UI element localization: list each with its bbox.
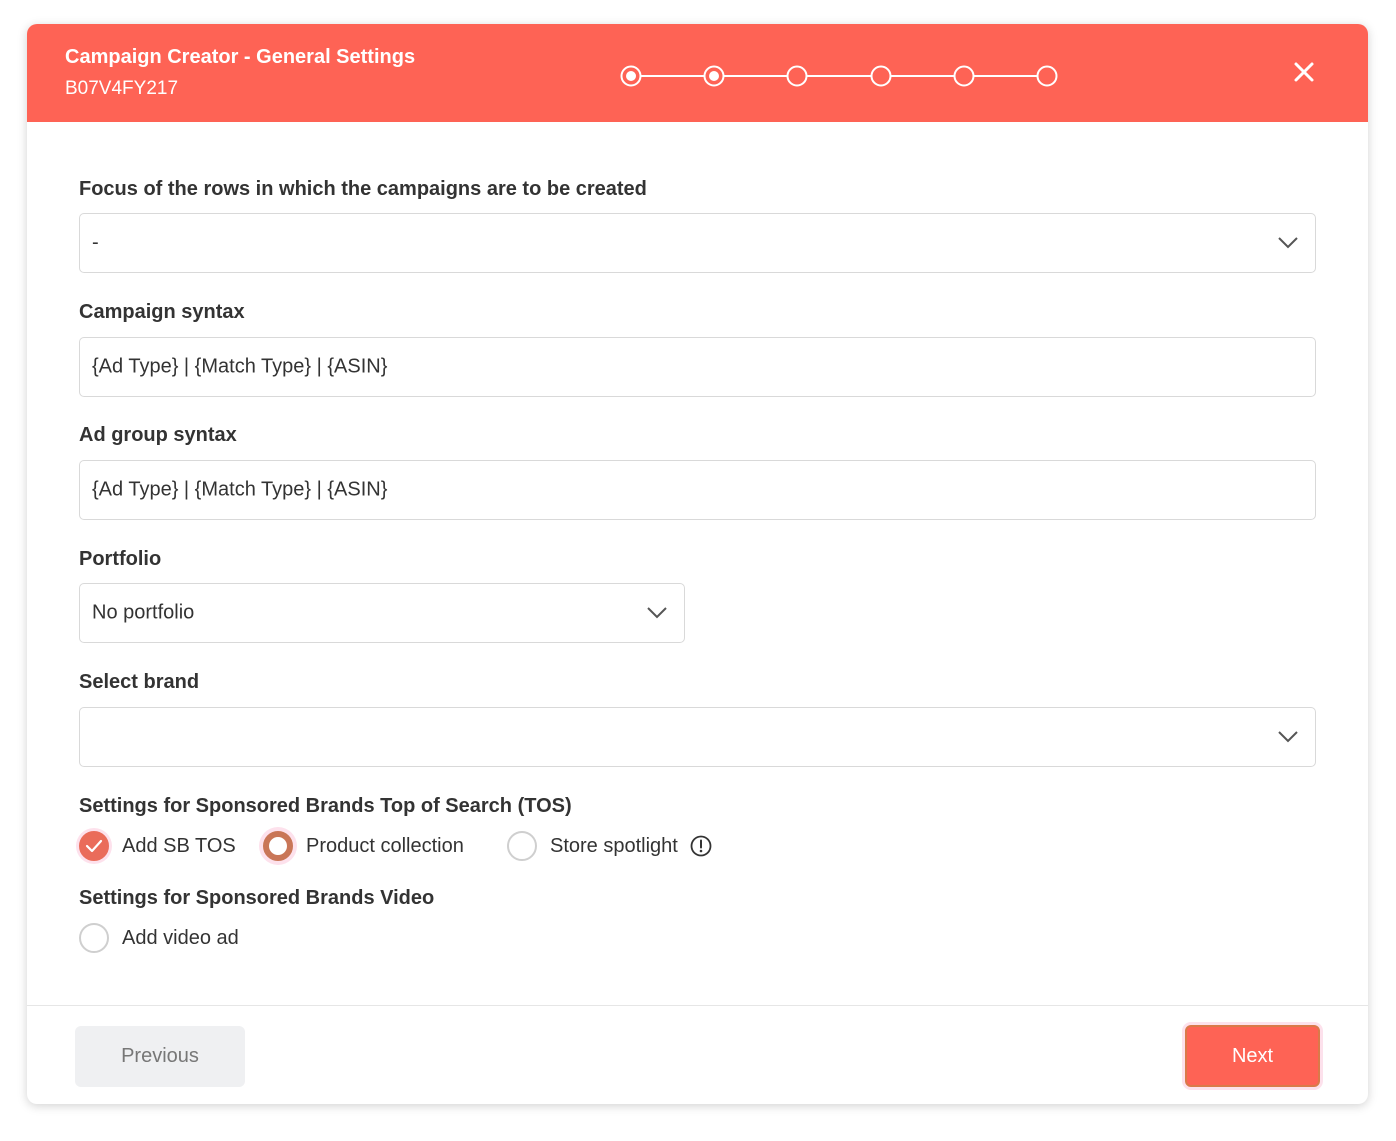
- ad-group-syntax-value: {Ad Type} | {Match Type} | {ASIN}: [92, 478, 388, 501]
- next-button[interactable]: Next: [1185, 1025, 1320, 1087]
- add-video-ad-label: Add video ad: [122, 926, 239, 949]
- step-5[interactable]: [953, 65, 975, 87]
- sb-video-label: Settings for Sponsored Brands Video: [79, 887, 435, 909]
- chevron-down-icon: [1278, 237, 1298, 249]
- focus-select-value: -: [92, 231, 99, 254]
- product-collection-radio[interactable]: Product collection: [263, 828, 464, 864]
- step-1[interactable]: [620, 65, 642, 87]
- ad-group-syntax-label: Ad group syntax: [79, 424, 237, 446]
- focus-select[interactable]: -: [79, 213, 1316, 273]
- campaign-syntax-label: Campaign syntax: [79, 301, 245, 323]
- sb-tos-options: Add SB TOS Product collection Store spot…: [79, 828, 779, 864]
- radio-selected: [263, 831, 293, 861]
- portfolio-label: Portfolio: [79, 548, 162, 570]
- add-sb-tos-label: Add SB TOS: [122, 834, 236, 857]
- campaign-syntax-input[interactable]: {Ad Type} | {Match Type} | {ASIN}: [79, 337, 1316, 397]
- modal-subtitle-asin: B07V4FY217: [65, 78, 179, 99]
- radio-unselected: [507, 831, 537, 861]
- add-video-ad-checkbox[interactable]: Add video ad: [79, 920, 239, 956]
- portfolio-select-value: No portfolio: [92, 601, 195, 624]
- modal-header: Campaign Creator - General Settings B07V…: [27, 24, 1368, 122]
- sb-tos-label: Settings for Sponsored Brands Top of Sea…: [79, 795, 572, 817]
- step-2[interactable]: [703, 65, 725, 87]
- close-icon: [1294, 62, 1314, 82]
- step-3[interactable]: [786, 65, 808, 87]
- campaign-syntax-value: {Ad Type} | {Match Type} | {ASIN}: [92, 355, 388, 378]
- chevron-down-icon: [647, 607, 667, 619]
- brand-label: Select brand: [79, 671, 200, 693]
- step-6[interactable]: [1036, 65, 1058, 87]
- brand-select[interactable]: [79, 707, 1316, 767]
- campaign-creator-modal: Campaign Creator - General Settings B07V…: [27, 24, 1368, 1104]
- store-spotlight-label: Store spotlight: [550, 834, 678, 857]
- check-icon: [85, 839, 103, 853]
- store-spotlight-radio[interactable]: Store spotlight: [507, 828, 713, 864]
- info-icon[interactable]: [689, 834, 713, 858]
- footer-divider: [27, 1005, 1368, 1006]
- close-button[interactable]: [1289, 57, 1319, 87]
- progress-stepper: [619, 64, 1059, 88]
- chevron-down-icon: [1278, 731, 1298, 743]
- step-4[interactable]: [870, 65, 892, 87]
- portfolio-select[interactable]: No portfolio: [79, 583, 685, 643]
- add-sb-tos-checkbox[interactable]: Add SB TOS: [79, 828, 236, 864]
- focus-label: Focus of the rows in which the campaigns…: [79, 178, 647, 200]
- checkbox-checked: [79, 831, 109, 861]
- previous-button[interactable]: Previous: [75, 1026, 245, 1087]
- checkbox-unchecked: [79, 923, 109, 953]
- product-collection-label: Product collection: [306, 834, 464, 857]
- sb-video-options: Add video ad: [79, 920, 379, 956]
- modal-title: Campaign Creator - General Settings: [65, 46, 416, 68]
- ad-group-syntax-input[interactable]: {Ad Type} | {Match Type} | {ASIN}: [79, 460, 1316, 520]
